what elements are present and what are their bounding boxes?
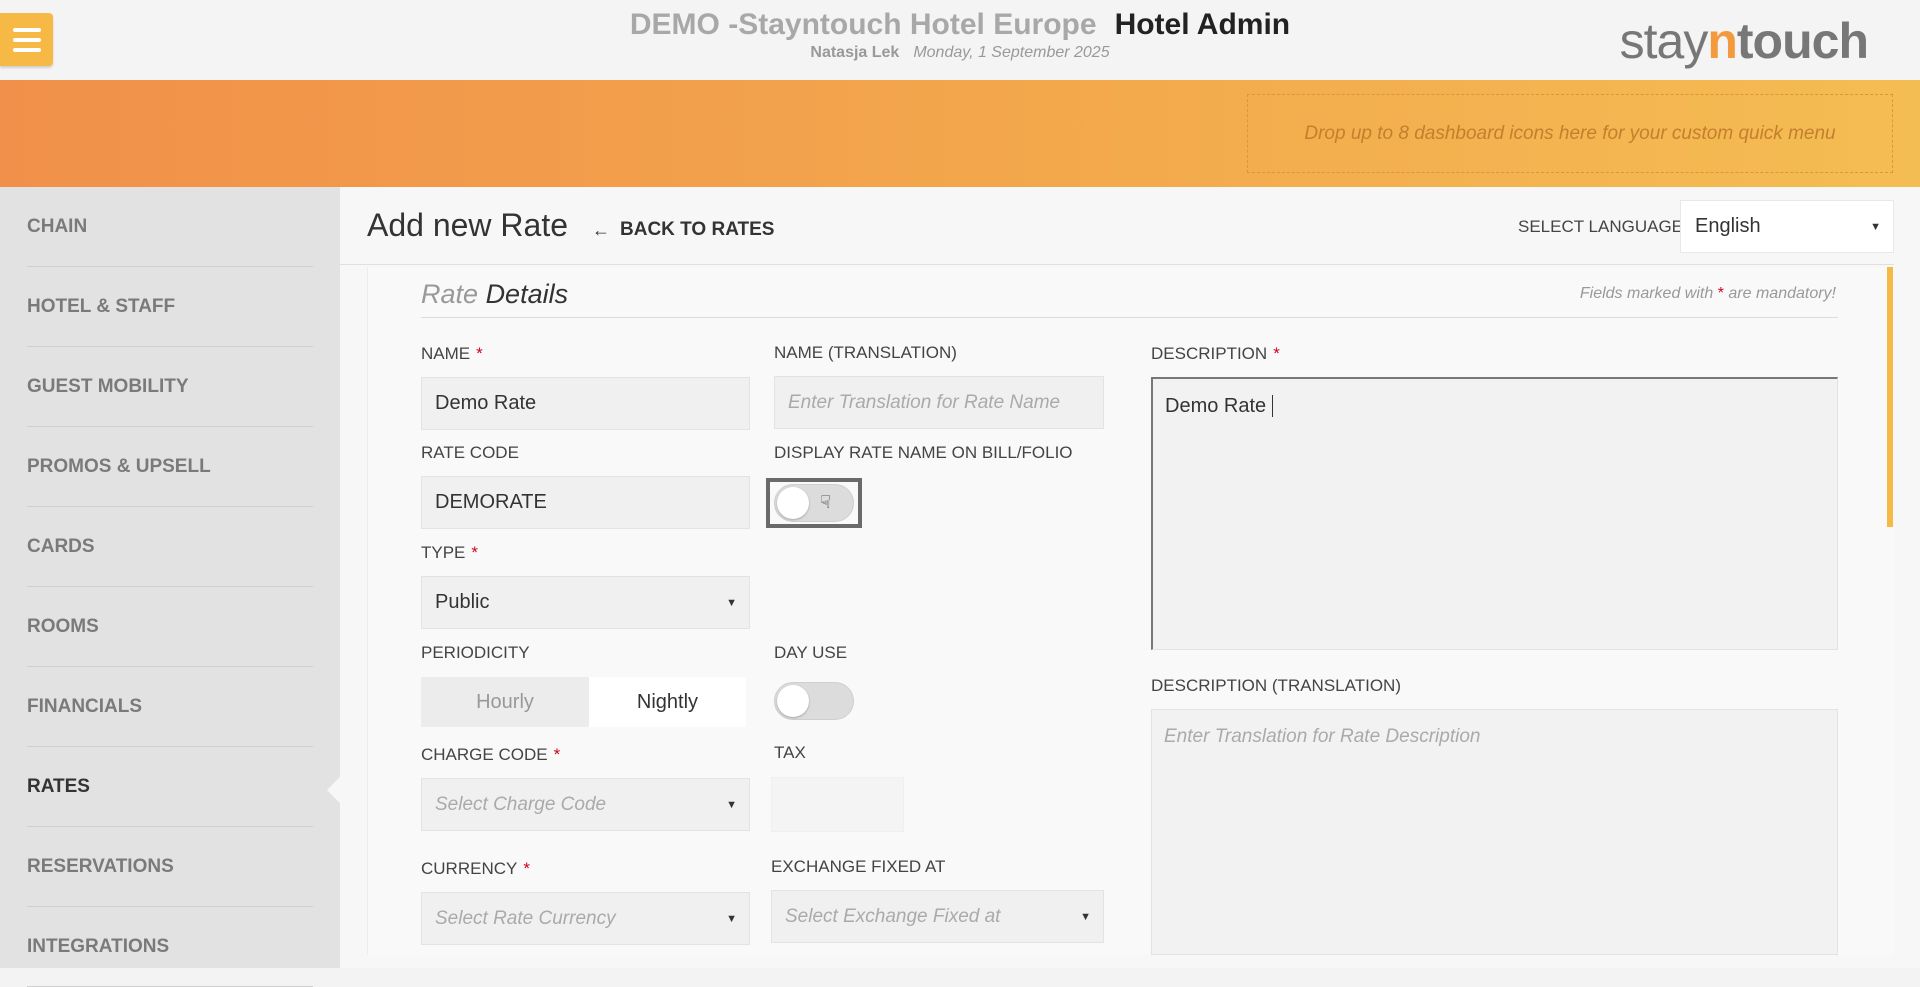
sidebar-item-rooms[interactable]: ROOMS xyxy=(27,587,313,667)
currency-select[interactable]: Select Rate Currency ▼ xyxy=(421,892,750,945)
chevron-down-icon: ▼ xyxy=(1080,910,1091,923)
main-content: Add new Rate ← BACK TO RATES SELECT LANG… xyxy=(340,187,1920,968)
charge-code-label: CHARGE CODE * xyxy=(421,745,561,764)
periodicity-hourly-option[interactable]: Hourly xyxy=(421,677,589,727)
app-title: Hotel Admin xyxy=(1114,8,1291,41)
chevron-down-icon: ▼ xyxy=(726,912,737,925)
name-translation-label: NAME (TRANSLATION) xyxy=(774,343,957,362)
chevron-down-icon: ▼ xyxy=(726,798,737,811)
chevron-down-icon: ▼ xyxy=(1870,220,1881,233)
description-textarea[interactable]: Demo Rate xyxy=(1151,377,1838,650)
display-rate-name-label: DISPLAY RATE NAME ON BILL/FOLIO xyxy=(774,443,1073,462)
type-select[interactable]: Public ▼ xyxy=(421,576,750,629)
exchange-fixed-at-label: EXCHANGE FIXED AT xyxy=(771,857,946,876)
day-use-label: DAY USE xyxy=(774,643,848,662)
day-use-toggle[interactable] xyxy=(774,682,854,720)
page-title: Add new Rate xyxy=(367,207,569,243)
sidebar-item-rates[interactable]: RATES xyxy=(27,747,313,827)
user-name: Natasja Lek xyxy=(810,44,900,61)
toggle-knob xyxy=(777,685,809,717)
charge-code-select[interactable]: Select Charge Code ▼ xyxy=(421,778,750,831)
description-translation-label: DESCRIPTION (TRANSLATION) xyxy=(1151,676,1401,695)
active-item-pointer xyxy=(327,777,340,803)
sidebar-item-chain[interactable]: CHAIN xyxy=(27,187,313,267)
name-translation-input[interactable]: Enter Translation for Rate Name xyxy=(774,376,1104,429)
description-label: DESCRIPTION * xyxy=(1151,344,1280,363)
sidebar-item-promos-upsell[interactable]: PROMOS & UPSELL xyxy=(27,427,313,507)
name-label: NAME * xyxy=(421,344,483,363)
currency-label: CURRENCY * xyxy=(421,859,530,878)
periodicity-nightly-option[interactable]: Nightly xyxy=(589,677,746,727)
language-select[interactable]: English ▼ xyxy=(1680,200,1894,253)
sidebar-item-integrations[interactable]: INTEGRATIONS xyxy=(27,907,313,987)
sidebar-item-cards[interactable]: CARDS xyxy=(27,507,313,587)
toggle-knob xyxy=(777,487,809,519)
divider xyxy=(340,264,1894,265)
hotel-name: DEMO -Stayntouch Hotel Europe xyxy=(629,8,1097,41)
name-input[interactable]: Demo Rate xyxy=(421,377,750,430)
quick-menu-bar: Drop up to 8 dashboard icons here for yo… xyxy=(0,80,1920,187)
business-date: Monday, 1 September 2025 xyxy=(913,44,1110,61)
scrollbar[interactable] xyxy=(1887,267,1893,527)
sidebar-item-hotel-staff[interactable]: HOTEL & STAFF xyxy=(27,267,313,347)
sidebar-item-reservations[interactable]: RESERVATIONS xyxy=(27,827,313,907)
exchange-fixed-at-select[interactable]: Select Exchange Fixed at ▼ xyxy=(771,890,1104,943)
sidebar-item-financials[interactable]: FINANCIALS xyxy=(27,667,313,747)
mandatory-note: Fields marked with * are mandatory! xyxy=(1579,285,1836,302)
description-translation-textarea[interactable]: Enter Translation for Rate Description xyxy=(1151,709,1838,955)
display-rate-name-toggle[interactable] xyxy=(774,484,854,522)
section-title: Rate Details xyxy=(421,279,569,309)
stayntouch-logo: stayntouch xyxy=(1619,13,1869,69)
tax-label: TAX xyxy=(774,743,806,762)
back-to-rates-link[interactable]: ← BACK TO RATES xyxy=(592,219,774,241)
top-header: DEMO -Stayntouch Hotel Europe Hotel Admin… xyxy=(0,0,1920,80)
periodicity-segmented-control: Hourly Nightly xyxy=(421,677,746,727)
back-arrow-icon: ← xyxy=(592,219,610,240)
divider xyxy=(421,317,1838,318)
sidebar-item-guest-mobility[interactable]: GUEST MOBILITY xyxy=(27,347,313,427)
hand-cursor-icon: ☟ xyxy=(820,492,831,512)
rate-code-input[interactable]: DEMORATE xyxy=(421,476,750,529)
rate-details-card: Rate Details Fields marked with * are ma… xyxy=(367,267,1894,955)
select-language-label: SELECT LANGUAGE xyxy=(1518,217,1684,236)
periodicity-label: PERIODICITY xyxy=(421,643,530,662)
quick-menu-dropzone[interactable]: Drop up to 8 dashboard icons here for yo… xyxy=(1247,94,1893,173)
rate-code-label: RATE CODE xyxy=(421,443,519,462)
tax-field xyxy=(771,777,904,832)
type-label: TYPE * xyxy=(421,543,479,562)
sidebar: CHAIN HOTEL & STAFF GUEST MOBILITY PROMO… xyxy=(0,187,340,987)
chevron-down-icon: ▼ xyxy=(726,596,737,609)
